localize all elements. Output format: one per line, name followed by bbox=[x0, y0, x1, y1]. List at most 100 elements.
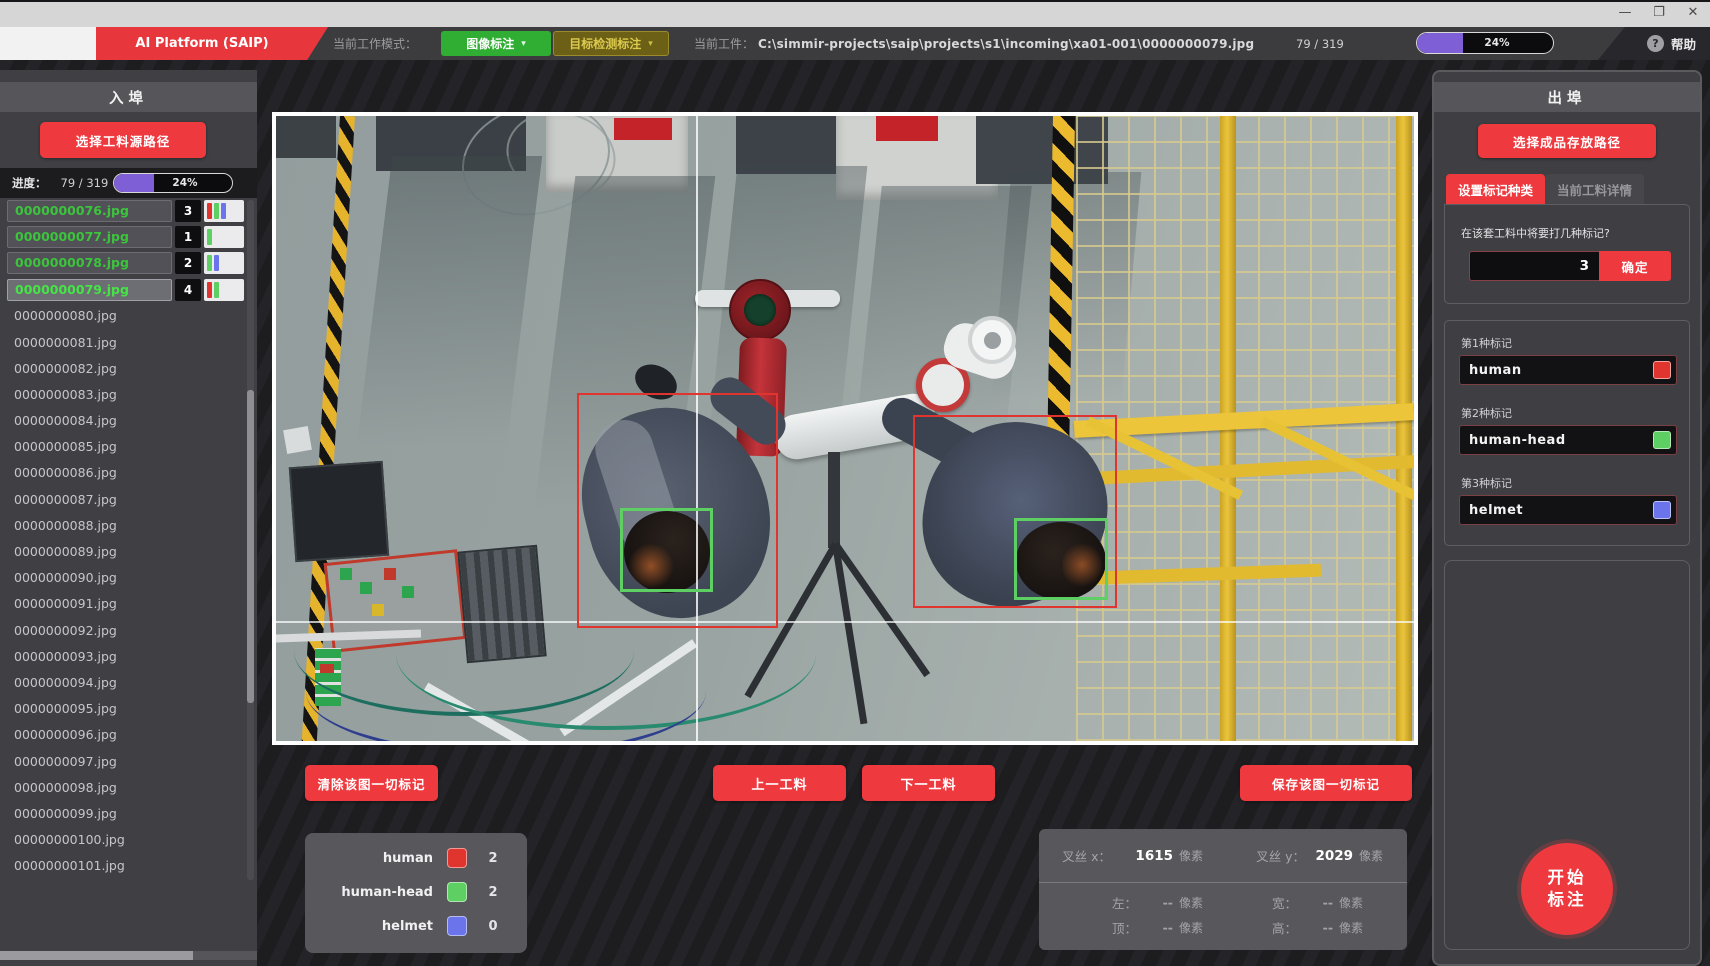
crosshair-x-label: 叉丝 x： bbox=[1039, 846, 1111, 865]
file-list-item[interactable]: 0000000092.jpg bbox=[4, 617, 244, 643]
file-list-item[interactable]: 0000000087.jpg bbox=[4, 486, 244, 512]
tab-current-workpiece-details[interactable]: 当前工料详情 bbox=[1545, 174, 1644, 204]
file-name: 0000000081.jpg bbox=[4, 335, 244, 350]
annotation-box-human-head[interactable] bbox=[1014, 518, 1108, 600]
file-list-item[interactable]: 0000000098.jpg bbox=[4, 774, 244, 800]
file-list-item[interactable]: 0000000080.jpg bbox=[4, 303, 244, 329]
file-list-item[interactable]: 0000000077.jpg1 bbox=[4, 224, 244, 250]
file-list-item[interactable]: 00000000100.jpg bbox=[4, 827, 244, 853]
mode-dropdown-detection-annotation[interactable]: 目标检测标注 ▾ bbox=[553, 31, 669, 56]
box-top-value: -- bbox=[1137, 920, 1173, 935]
start-button-line1: 开始 bbox=[1521, 867, 1613, 889]
legend-row: human-head2 bbox=[305, 875, 527, 909]
crosshair-horizontal-line bbox=[276, 621, 1414, 623]
annotation-box-human-head[interactable] bbox=[620, 508, 713, 592]
start-annotation-button[interactable]: 开始标注 bbox=[1521, 843, 1613, 935]
maximize-icon[interactable]: ❐ bbox=[1650, 5, 1668, 20]
file-list-item[interactable]: 0000000076.jpg3 bbox=[4, 198, 244, 224]
label-fields-box: 第1种标记human第2种标记human-head第3种标记helmet bbox=[1444, 320, 1690, 546]
minimize-icon[interactable]: — bbox=[1616, 5, 1634, 20]
file-mark-count-badge: 3 bbox=[175, 200, 201, 222]
annotation-canvas[interactable] bbox=[272, 112, 1418, 745]
legend-count: 0 bbox=[467, 919, 519, 934]
file-list-item[interactable]: 0000000085.jpg bbox=[4, 434, 244, 460]
next-workpiece-button[interactable]: 下一工料 bbox=[862, 765, 995, 801]
file-list-horizontal-scrollbar[interactable] bbox=[0, 951, 257, 960]
mark-color-swatch[interactable] bbox=[1653, 501, 1671, 519]
file-list-item[interactable]: 00000000101.jpg bbox=[4, 853, 244, 879]
component bbox=[384, 568, 396, 580]
file-name: 0000000095.jpg bbox=[4, 701, 244, 716]
file-list-vertical-scrollbar[interactable] bbox=[247, 200, 254, 880]
tab-set-mark-types[interactable]: 设置标记种类 bbox=[1446, 174, 1545, 204]
file-mark-count-badge: 2 bbox=[175, 252, 201, 274]
header-progress-bar: 24% bbox=[1416, 32, 1554, 54]
component bbox=[360, 582, 372, 594]
file-list-item[interactable]: 0000000094.jpg bbox=[4, 669, 244, 695]
file-list-item[interactable]: 0000000097.jpg bbox=[4, 748, 244, 774]
scrollbar-thumb[interactable] bbox=[0, 951, 193, 960]
mark-type-input-human-head[interactable]: human-head bbox=[1459, 425, 1677, 455]
output-panel: 出埠 选择成品存放路径 设置标记种类 当前工料详情 在该套工料中将要打几种标记?… bbox=[1432, 70, 1702, 966]
file-list-item[interactable]: 0000000089.jpg bbox=[4, 538, 244, 564]
close-icon[interactable]: ✕ bbox=[1684, 5, 1702, 20]
file-list-item[interactable]: 0000000083.jpg bbox=[4, 381, 244, 407]
mark-count-input[interactable] bbox=[1469, 251, 1599, 281]
file-list-item[interactable]: 0000000081.jpg bbox=[4, 329, 244, 355]
robot-circuit-board bbox=[744, 294, 776, 326]
control-box bbox=[289, 461, 389, 562]
app-brand: AI Platform (SAIP) bbox=[96, 27, 328, 60]
wall-switch bbox=[283, 426, 312, 454]
file-list-item[interactable]: 0000000082.jpg bbox=[4, 355, 244, 381]
file-list-item[interactable]: 0000000090.jpg bbox=[4, 565, 244, 591]
mark-color-swatch[interactable] bbox=[1653, 431, 1671, 449]
unit-label: 像素 bbox=[1179, 894, 1203, 911]
file-list-item[interactable]: 0000000091.jpg bbox=[4, 591, 244, 617]
unit-label: 像素 bbox=[1339, 894, 1363, 911]
scrollbar-thumb[interactable] bbox=[247, 390, 254, 703]
file-name: 0000000090.jpg bbox=[4, 570, 244, 585]
previous-workpiece-button[interactable]: 上一工料 bbox=[713, 765, 846, 801]
file-name: 0000000091.jpg bbox=[4, 596, 244, 611]
mark-type-input-human[interactable]: human bbox=[1459, 355, 1677, 385]
help-icon[interactable]: ? bbox=[1647, 35, 1664, 52]
crosshair-y-value: 2029 bbox=[1305, 848, 1353, 864]
file-list-item[interactable]: 0000000096.jpg bbox=[4, 722, 244, 748]
unit-label: 像素 bbox=[1179, 847, 1203, 864]
box-width-value: -- bbox=[1297, 895, 1333, 910]
select-output-path-button[interactable]: 选择成品存放路径 bbox=[1478, 124, 1656, 158]
mark-type-value: human bbox=[1460, 363, 1653, 378]
tripod-column bbox=[828, 452, 840, 548]
save-marks-button[interactable]: 保存该图一切标记 bbox=[1240, 765, 1412, 801]
file-mark-color-indicator bbox=[204, 252, 244, 274]
component bbox=[340, 568, 352, 580]
file-name: 0000000085.jpg bbox=[4, 439, 244, 454]
legend-label: human bbox=[305, 851, 433, 866]
file-list-item[interactable]: 0000000086.jpg bbox=[4, 460, 244, 486]
mode-dropdown-image-annotation[interactable]: 图像标注 ▾ bbox=[441, 31, 551, 56]
file-list-item[interactable]: 0000000095.jpg bbox=[4, 696, 244, 722]
file-mark-count-badge: 1 bbox=[175, 226, 201, 248]
mark-count-question: 在该套工料中将要打几种标记? bbox=[1461, 225, 1610, 241]
file-list-item[interactable]: 0000000088.jpg bbox=[4, 512, 244, 538]
clear-marks-button[interactable]: 清除该图一切标记 bbox=[305, 765, 438, 801]
file-list-item[interactable]: 0000000084.jpg bbox=[4, 408, 244, 434]
select-source-path-button[interactable]: 选择工料源路径 bbox=[40, 122, 206, 158]
crosshair-x-value: 1615 bbox=[1111, 848, 1173, 864]
file-name: 00000000100.jpg bbox=[4, 832, 244, 847]
workpiece-photo[interactable] bbox=[276, 116, 1414, 741]
window-titlebar: — ❐ ✕ bbox=[0, 0, 1710, 27]
file-list-item[interactable]: 0000000078.jpg2 bbox=[4, 250, 244, 276]
mark-type-input-helmet[interactable]: helmet bbox=[1459, 495, 1677, 525]
file-mark-count-badge: 4 bbox=[175, 279, 201, 301]
legend-color-swatch bbox=[447, 848, 467, 868]
mark-color-swatch[interactable] bbox=[1653, 361, 1671, 379]
file-list-item[interactable]: 0000000099.jpg bbox=[4, 800, 244, 826]
help-label[interactable]: 帮助 bbox=[1671, 34, 1696, 53]
file-list-item[interactable]: 0000000079.jpg4 bbox=[4, 277, 244, 303]
progress-percent: 24% bbox=[1417, 33, 1553, 53]
file-name: 0000000093.jpg bbox=[4, 649, 244, 664]
file-name: 0000000099.jpg bbox=[4, 806, 244, 821]
file-list-item[interactable]: 0000000093.jpg bbox=[4, 643, 244, 669]
confirm-button[interactable]: 确定 bbox=[1599, 251, 1671, 281]
